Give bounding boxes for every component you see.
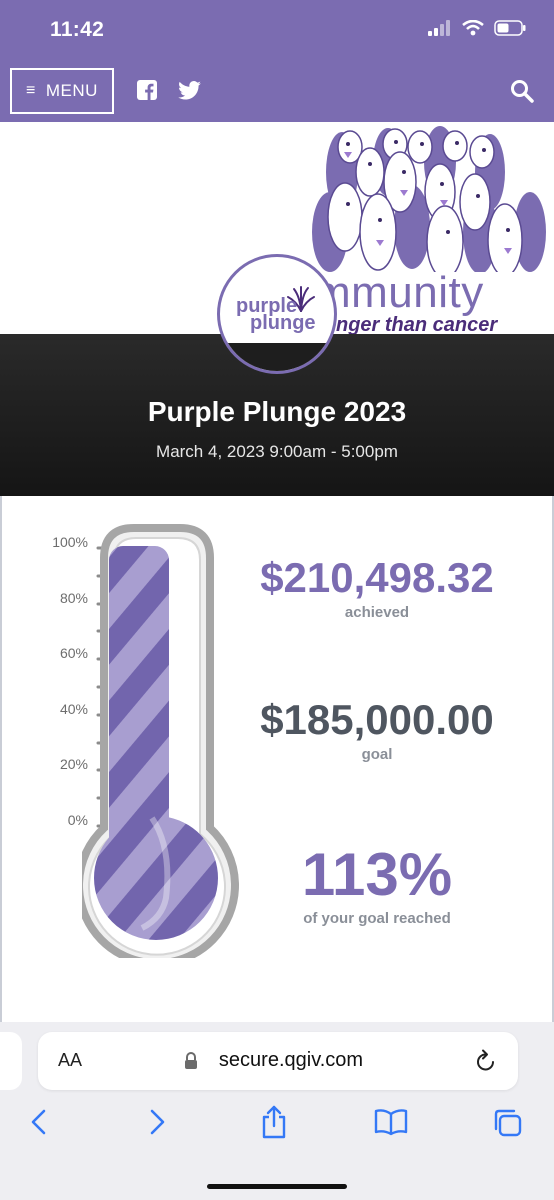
logo-band-overlap — [220, 343, 334, 371]
event-date: March 4, 2023 9:00am - 5:00pm — [156, 442, 398, 461]
logo-word-plunge: plunge — [250, 312, 316, 334]
bookmarks-icon[interactable] — [374, 1108, 408, 1141]
forward-icon[interactable] — [148, 1108, 166, 1141]
tick-label-40: 40% — [59, 701, 88, 717]
event-title: Purple Plunge 2023 — [147, 396, 407, 427]
reload-icon[interactable] — [475, 1049, 497, 1073]
menu-label: MENU — [45, 81, 98, 100]
menu-bars-icon: ≡ — [26, 82, 36, 99]
status-time: 11:42 — [50, 18, 105, 41]
thermometer-graphic — [82, 524, 239, 958]
tick-label-60: 60% — [59, 645, 88, 661]
percent-stat: 113% of your goal reached — [242, 841, 512, 928]
penguins-illustration — [312, 126, 546, 272]
home-indicator — [207, 1184, 347, 1189]
browser-nav-row — [0, 1105, 554, 1148]
tabs-icon[interactable] — [492, 1108, 524, 1143]
site-header: ≡ MENU — [0, 62, 554, 122]
back-icon[interactable] — [30, 1108, 48, 1141]
tick-label-80: 80% — [59, 590, 88, 606]
goal-amount: $185,000.00 — [260, 696, 494, 743]
goal-label: goal — [361, 746, 393, 763]
status-icons — [428, 20, 526, 36]
community-tagline: ronger than cancer — [316, 314, 498, 334]
menu-button[interactable]: ≡ MENU — [10, 68, 114, 114]
tick-label-100: 100% — [52, 534, 88, 550]
signal-icon — [428, 20, 450, 36]
tick-label-0: 0% — [67, 812, 88, 828]
percent-label: of your goal reached — [303, 910, 451, 927]
achieved-amount: $210,498.32 — [260, 554, 494, 601]
achieved-label: achieved — [344, 604, 410, 621]
percent-value: 113% — [301, 841, 453, 908]
share-icon[interactable] — [259, 1104, 289, 1145]
previous-tab-peek[interactable] — [0, 1032, 22, 1090]
address-bar[interactable]: AA secure.qgiv.com — [38, 1032, 518, 1090]
thermometer-card: 100% 80% 60% 40% 20% 0% $210,498.32 achi… — [0, 496, 554, 1022]
url-text: secure.qgiv.com — [218, 1049, 364, 1071]
purple-plunge-logo[interactable]: purple plunge — [217, 254, 337, 374]
browser-toolbar: AA secure.qgiv.com — [0, 1022, 554, 1200]
tick-label-20: 20% — [59, 756, 88, 772]
facebook-icon[interactable] — [137, 80, 157, 100]
status-bar: 11:42 — [0, 0, 554, 62]
twitter-icon[interactable] — [178, 81, 201, 100]
goal-stat: $185,000.00 goal — [242, 696, 512, 763]
wifi-icon — [462, 20, 484, 36]
achieved-stat: $210,498.32 achieved — [242, 554, 512, 621]
community-heading: mmunity — [314, 268, 484, 317]
search-icon[interactable] — [510, 79, 534, 103]
battery-icon — [494, 20, 526, 36]
